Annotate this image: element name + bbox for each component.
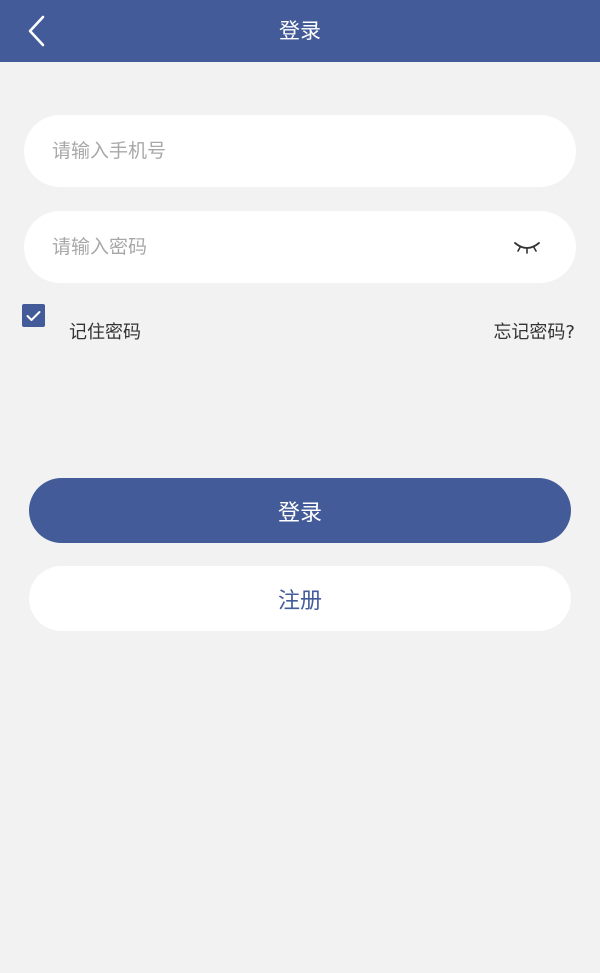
password-visibility-toggle[interactable] xyxy=(512,233,542,261)
chevron-left-icon xyxy=(28,15,45,47)
remember-password-checkbox[interactable] xyxy=(22,304,45,327)
login-button[interactable]: 登录 xyxy=(29,478,571,543)
phone-field-container xyxy=(24,115,576,187)
remember-password-label[interactable]: 记住密码 xyxy=(69,320,141,346)
phone-input[interactable] xyxy=(52,115,492,187)
password-input[interactable] xyxy=(52,211,492,283)
checkmark-icon xyxy=(26,310,41,321)
back-button[interactable] xyxy=(18,12,54,50)
register-button[interactable]: 注册 xyxy=(29,566,571,631)
forgot-password-link[interactable]: 忘记密码? xyxy=(493,320,575,346)
eye-closed-icon xyxy=(514,242,540,254)
top-nav-bar: 登录 xyxy=(0,0,600,62)
page-title: 登录 xyxy=(279,19,321,43)
password-field-container xyxy=(24,211,576,283)
